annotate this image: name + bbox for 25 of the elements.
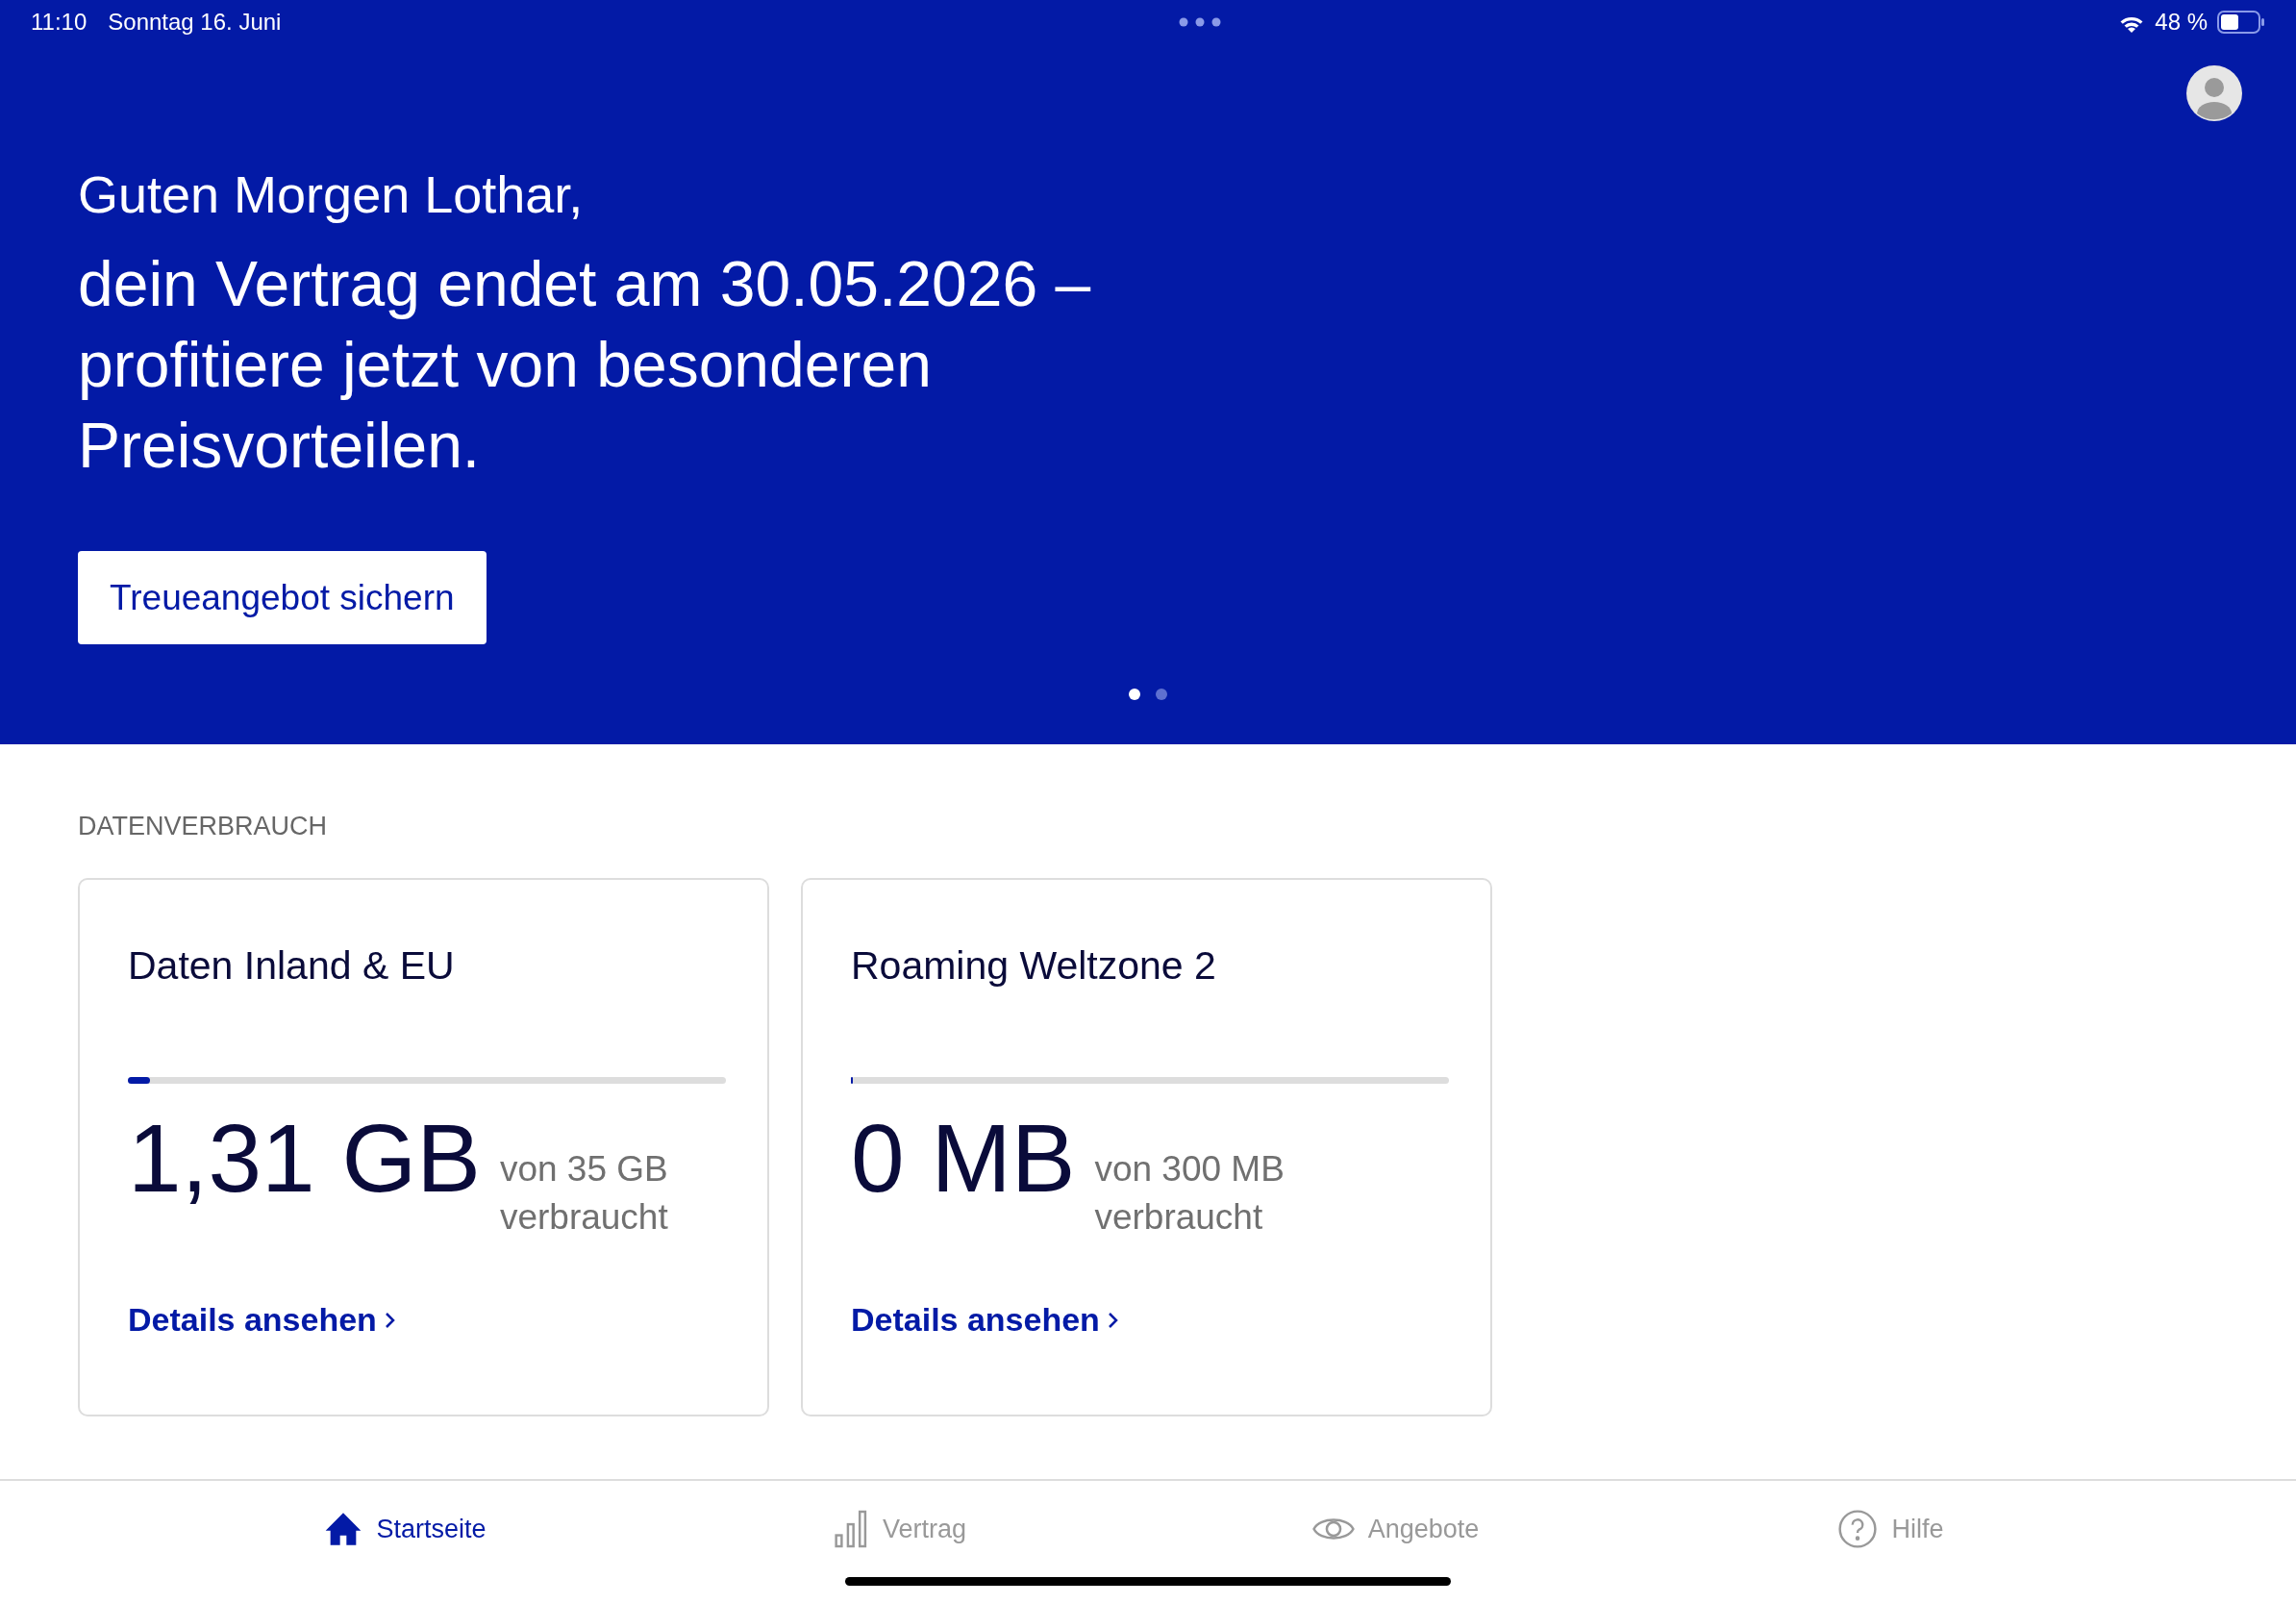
greeting-text: Guten Morgen Lothar, [78,164,584,224]
card-title: Daten Inland & EU [128,943,456,989]
details-link[interactable]: Details ansehen [851,1301,1119,1339]
help-icon [1837,1509,1879,1549]
used-amount: 0 MB [851,1105,1076,1211]
chevron-right-icon [384,1310,396,1330]
hero-headline: dein Vertrag endet am 30.05.2026 – profitiere jetzt von besonderen Preisvorteilen. [78,247,1092,483]
battery-percentage: 48 % [2155,9,2208,36]
card-title: Roaming Weltzone 2 [851,943,1217,989]
section-title: DATENVERBRAUCH [78,812,329,841]
page-indicator-dot[interactable] [1129,689,1140,700]
page-indicator-dot[interactable] [1156,689,1167,700]
loyalty-offer-button[interactable]: Treueangebot sichern [78,551,487,644]
usage-limit-text: von 35 GB verbraucht [499,1148,668,1239]
more-icon [1178,17,1221,27]
usage-limit-text: von 300 MB verbraucht [1094,1148,1285,1239]
details-link[interactable]: Details ansehen [128,1301,396,1339]
used-amount: 1,31 GB [128,1105,481,1211]
status-date: Sonntag 16. Juni [108,9,282,36]
battery-icon [2217,11,2265,34]
status-time: 11:10 [31,9,87,36]
bar-chart-icon [834,1510,869,1548]
tab-bar-item[interactable]: Startseite [324,1510,487,1548]
chevron-right-icon [1107,1310,1119,1330]
avatar-icon[interactable] [2186,65,2242,121]
